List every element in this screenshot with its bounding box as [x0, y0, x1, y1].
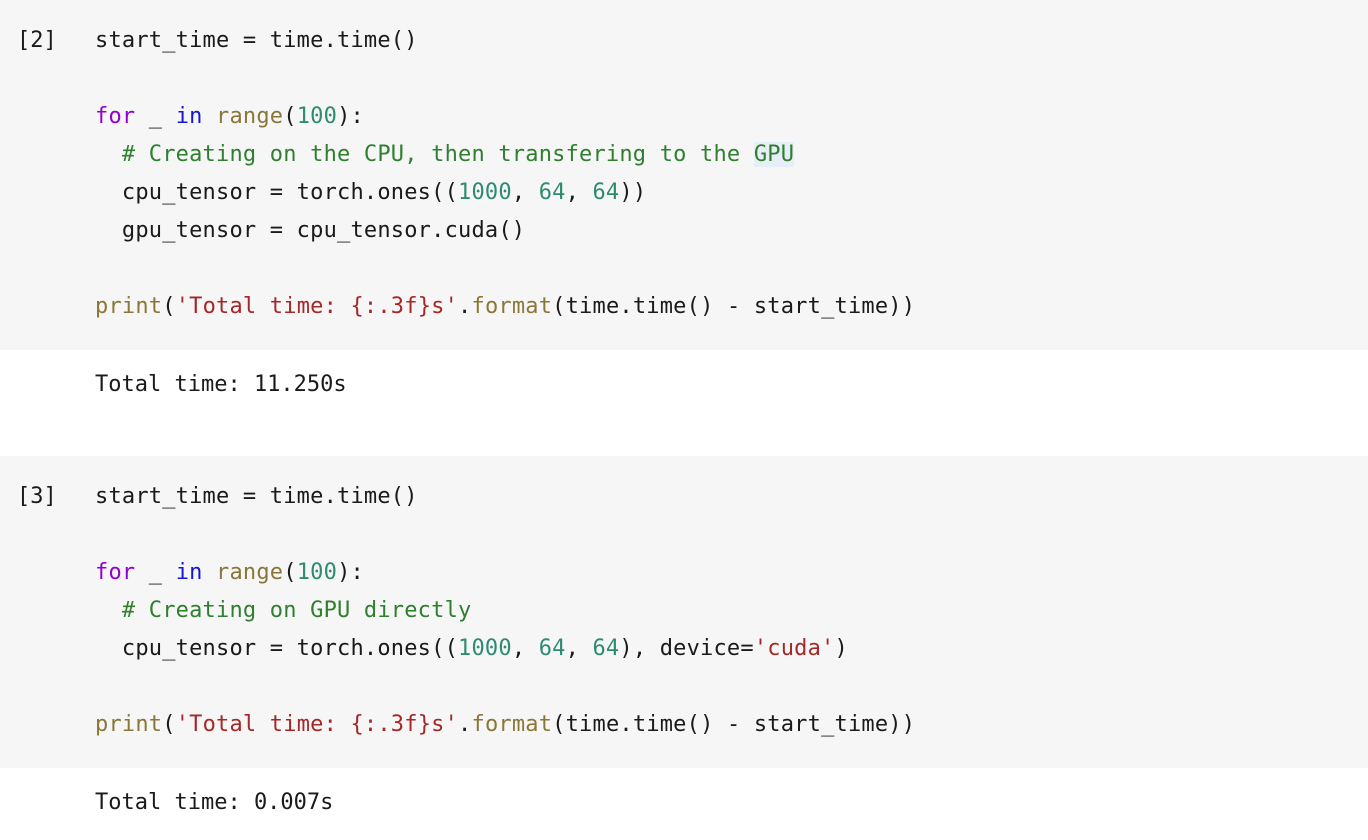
output-area-cell-3: Total time: 0.007s [0, 768, 1368, 840]
code-token-comment-highlighted: GPU [753, 142, 795, 167]
code-token-builtin-print: print [95, 712, 163, 737]
code-token-comment: # Creating on GPU directly [95, 598, 472, 623]
code-token-dot: . [458, 712, 472, 737]
code-token-assignment: start_time = time.time() [95, 28, 418, 53]
output-area-cell-2: Total time: 11.250s [0, 350, 1368, 422]
code-token-paren-colon: ): [337, 560, 364, 585]
code-token-separator: , [565, 180, 593, 205]
notebook-cell-3: [3] start_time = time.time() for _ in ra… [0, 456, 1368, 840]
code-lines-cell-2: start_time = time.time() for _ in range(… [95, 22, 1368, 326]
code-token-call-prefix: cpu_tensor = torch.ones(( [95, 180, 459, 205]
code-editor-cell-2[interactable]: [2] start_time = time.time() for _ in ra… [0, 0, 1368, 350]
code-token-call-suffix: )) [619, 180, 647, 205]
code-token-paren: ( [162, 294, 176, 319]
code-line-comment: # Creating on GPU directly [95, 592, 1368, 630]
output-text: Total time: 0.007s [95, 790, 334, 815]
code-token-number: 64 [592, 180, 620, 205]
output-text: Total time: 11.250s [95, 372, 347, 397]
code-token-builtin-range: range [216, 560, 284, 585]
code-token-keyword-for: for [95, 104, 136, 129]
code-token-keyword-in: in [175, 560, 203, 585]
code-line-print: print('Total time: {:.3f}s'.format(time.… [95, 288, 1368, 326]
code-token-string: 'Total time: {:.3f}s' [175, 712, 459, 737]
code-token-keyword-in: in [175, 104, 203, 129]
code-editor-cell-3[interactable]: [3] start_time = time.time() for _ in ra… [0, 456, 1368, 768]
code-token-separator: , [511, 636, 539, 661]
code-token-number: 64 [538, 636, 566, 661]
notebook-container: [2] start_time = time.time() for _ in ra… [0, 0, 1368, 840]
code-line: gpu_tensor = cpu_tensor.cuda() [95, 212, 1368, 250]
code-row-cell-3: [3] start_time = time.time() for _ in ra… [0, 478, 1368, 744]
code-token-separator: , [565, 636, 593, 661]
code-token-assignment-cuda: gpu_tensor = cpu_tensor.cuda() [95, 218, 526, 243]
code-token-builtin-format: format [471, 294, 553, 319]
code-token-device-kwarg: ), device= [619, 636, 754, 661]
code-token-underscore: _ [135, 104, 176, 129]
code-line: cpu_tensor = torch.ones((1000, 64, 64), … [95, 630, 1368, 668]
code-token-number: 1000 [458, 636, 512, 661]
code-line-comment: # Creating on the CPU, then transfering … [95, 136, 1368, 174]
code-token-builtin-print: print [95, 294, 163, 319]
code-token-number: 100 [296, 104, 338, 129]
code-token-call-suffix: ) [834, 636, 848, 661]
code-token-call-tail: (time.time() - start_time)) [552, 712, 916, 737]
cell-spacer [0, 422, 1368, 456]
code-token-number: 1000 [458, 180, 512, 205]
code-token-call-tail: (time.time() - start_time)) [552, 294, 916, 319]
code-token-underscore: _ [135, 560, 176, 585]
code-row-cell-2: [2] start_time = time.time() for _ in ra… [0, 22, 1368, 326]
notebook-cell-2: [2] start_time = time.time() for _ in ra… [0, 0, 1368, 422]
code-token-call-prefix: cpu_tensor = torch.ones(( [95, 636, 459, 661]
code-token-paren: ( [283, 560, 297, 585]
code-token-number: 64 [538, 180, 566, 205]
code-line: cpu_tensor = torch.ones((1000, 64, 64)) [95, 174, 1368, 212]
code-token-number: 100 [296, 560, 338, 585]
code-token-string-cuda: 'cuda' [753, 636, 835, 661]
code-line-print: print('Total time: {:.3f}s'.format(time.… [95, 706, 1368, 744]
code-token-separator: , [511, 180, 539, 205]
code-token-paren: ( [283, 104, 297, 129]
code-line: start_time = time.time() [95, 22, 1368, 60]
execution-count-prompt-2: [2] [17, 28, 57, 53]
code-token-number: 64 [592, 636, 620, 661]
code-line: start_time = time.time() [95, 478, 1368, 516]
code-token-keyword-for: for [95, 560, 136, 585]
code-token-paren: ( [162, 712, 176, 737]
code-token-comment: # Creating on the CPU, then transfering … [95, 142, 754, 167]
code-lines-cell-3: start_time = time.time() for _ in range(… [95, 478, 1368, 744]
code-token-builtin-range: range [216, 104, 284, 129]
code-token-builtin-format: format [471, 712, 553, 737]
code-token-paren-colon: ): [337, 104, 364, 129]
execution-count-prompt-3: [3] [17, 484, 57, 509]
code-token-dot: . [458, 294, 472, 319]
code-line: for _ in range(100): [95, 98, 1368, 136]
code-token-string: 'Total time: {:.3f}s' [175, 294, 459, 319]
code-token-assignment: start_time = time.time() [95, 484, 418, 509]
code-line: for _ in range(100): [95, 554, 1368, 592]
